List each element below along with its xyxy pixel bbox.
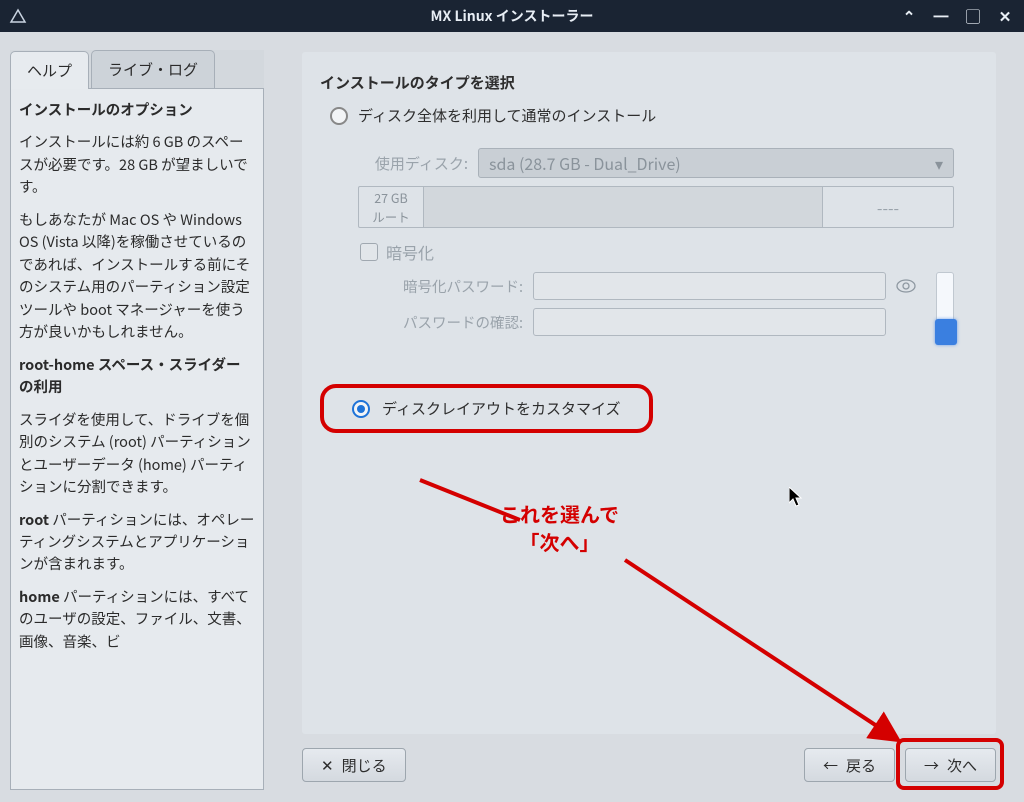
close-x-icon: ✕ [321, 755, 334, 776]
annotation-text: これを選んで 「次へ」 [500, 500, 619, 556]
encrypt-checkbox[interactable] [360, 243, 378, 261]
help-p2: もしあなたが Mac OS や Windows OS (Vista 以降)を稼働… [19, 209, 255, 344]
partition-right: ---- [823, 187, 953, 227]
use-disk-label: 使用ディスク: [358, 153, 478, 174]
show-password-icon[interactable] [892, 279, 920, 293]
partition-slider[interactable]: 27 GB ルート ---- [358, 186, 954, 228]
tab-help[interactable]: ヘルプ [10, 51, 89, 89]
main-pane: インストールのタイプを選択 ディスク全体を利用して通常のインストール 使用ディス… [274, 32, 1024, 802]
radio-full-install[interactable]: ディスク全体を利用して通常のインストール [320, 105, 978, 126]
disk-select-value: sda (28.7 GB - Dual_Drive) [489, 151, 681, 175]
strength-knob [935, 319, 957, 345]
disk-select[interactable]: sda (28.7 GB - Dual_Drive) ▾ [478, 148, 954, 178]
radio-full-icon[interactable] [330, 107, 348, 125]
tab-bar: ヘルプ ライブ・ログ [10, 50, 264, 89]
encrypt-label: 暗号化 [386, 240, 434, 264]
radio-custom-icon[interactable] [352, 400, 370, 418]
chevron-down-icon: ▾ [935, 151, 943, 175]
back-button-label: 戻る [846, 755, 876, 776]
close-button[interactable]: ✕ 閉じる [302, 748, 406, 782]
pw-confirm-label: パスワードの確認: [358, 312, 533, 333]
section-title: インストールのタイプを選択 [320, 72, 978, 93]
window-title: MX Linux インストーラー [431, 6, 594, 26]
back-button[interactable]: ← 戻る [804, 748, 895, 782]
help-heading-2: root-home スペース・スライダーの利用 [19, 354, 241, 397]
app-icon [8, 6, 28, 26]
partition-bar[interactable] [424, 187, 823, 227]
minimize-icon[interactable]: ━ [932, 7, 950, 25]
help-pane: ヘルプ ライブ・ログ インストールのオプション インストールには約 6 GB の… [0, 32, 274, 802]
help-p3: スライダを使用して、ドライブを個別のシステム (root) パーティションとユー… [19, 409, 255, 499]
full-install-options: 使用ディスク: sda (28.7 GB - Dual_Drive) ▾ 27 … [358, 148, 954, 344]
radio-custom-label: ディスクレイアウトをカスタマイズ [382, 398, 621, 419]
arrow-right-icon: → [924, 755, 939, 776]
arrow-left-icon: ← [823, 755, 838, 776]
help-p1: インストールには約 6 GB のスペースが必要です。28 GB が望ましいです。 [19, 131, 255, 198]
rollup-icon[interactable]: ⌃ [900, 7, 918, 25]
next-button-label: 次へ [947, 755, 977, 776]
tab-livelog[interactable]: ライブ・ログ [91, 50, 215, 88]
help-heading-1: インストールのオプション [19, 99, 193, 120]
encrypt-password-input[interactable] [533, 272, 886, 300]
main-area: インストールのタイプを選択 ディスク全体を利用して通常のインストール 使用ディス… [302, 52, 996, 734]
partition-root-label: 27 GB ルート [359, 187, 424, 227]
close-button-label: 閉じる [342, 755, 387, 776]
help-p5: home パーティションには、すべてのユーザの設定、ファイル、文書、画像、音楽、… [19, 586, 255, 653]
pw-label: 暗号化パスワード: [358, 276, 533, 297]
help-p4: root パーティションには、オペレーティングシステムとアプリケーションが含まれ… [19, 509, 255, 576]
next-button[interactable]: → 次へ [905, 748, 996, 782]
button-row: ✕ 閉じる ← 戻る → 次へ [302, 734, 996, 782]
help-content: インストールのオプション インストールには約 6 GB のスペースが必要です。2… [10, 89, 264, 790]
encrypt-password-confirm-input[interactable] [533, 308, 886, 336]
maximize-icon[interactable]: ▢ [964, 7, 982, 25]
titlebar: MX Linux インストーラー ⌃ ━ ▢ ✕ [0, 0, 1024, 32]
close-icon[interactable]: ✕ [996, 7, 1014, 25]
encrypt-checkbox-row[interactable]: 暗号化 [360, 240, 954, 264]
strength-meter [936, 272, 954, 342]
radio-full-label: ディスク全体を利用して通常のインストール [358, 105, 656, 126]
radio-custom-layout[interactable]: ディスクレイアウトをカスタマイズ [320, 384, 653, 433]
